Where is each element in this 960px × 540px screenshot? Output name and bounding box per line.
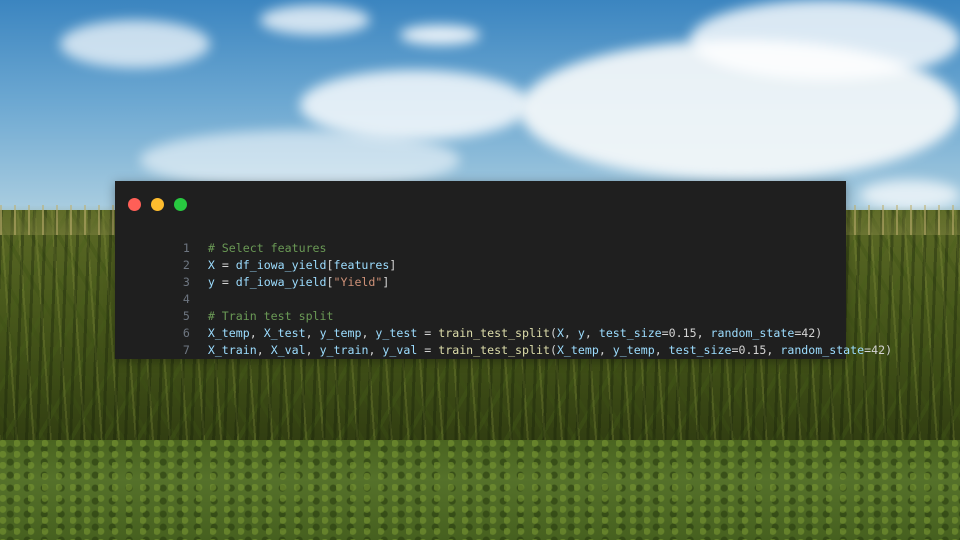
code-line: 5 # Train test split — [115, 291, 846, 323]
code-line-text: X_train, X_val, y_train, y_val = train_t… — [207, 343, 893, 357]
code-line: 7 X_train, X_val, y_train, y_val = train_… — [115, 325, 892, 357]
background-photo: 1 # Select features 2X = df_iowa_yield[fe… — [0, 0, 960, 540]
code-block: 1 # Select features 2X = df_iowa_yield[fe… — [115, 223, 892, 357]
maximize-dot-icon — [174, 198, 187, 211]
code-line: 3y = df_iowa_yield["Yield"] — [115, 257, 846, 289]
code-line: 4 — [115, 274, 846, 306]
code-snippet-window: 1 # Select features 2X = df_iowa_yield[fe… — [115, 181, 892, 359]
ground-vegetation — [0, 440, 960, 540]
minimize-dot-icon — [151, 198, 164, 211]
line-number: 7 — [182, 343, 190, 357]
close-dot-icon — [128, 198, 141, 211]
code-line: 6 X_temp, X_test, y_temp, y_test = train_… — [115, 308, 846, 340]
code-line: 2X = df_iowa_yield[features] — [115, 240, 846, 272]
code-line: 1 # Select features — [115, 223, 846, 255]
